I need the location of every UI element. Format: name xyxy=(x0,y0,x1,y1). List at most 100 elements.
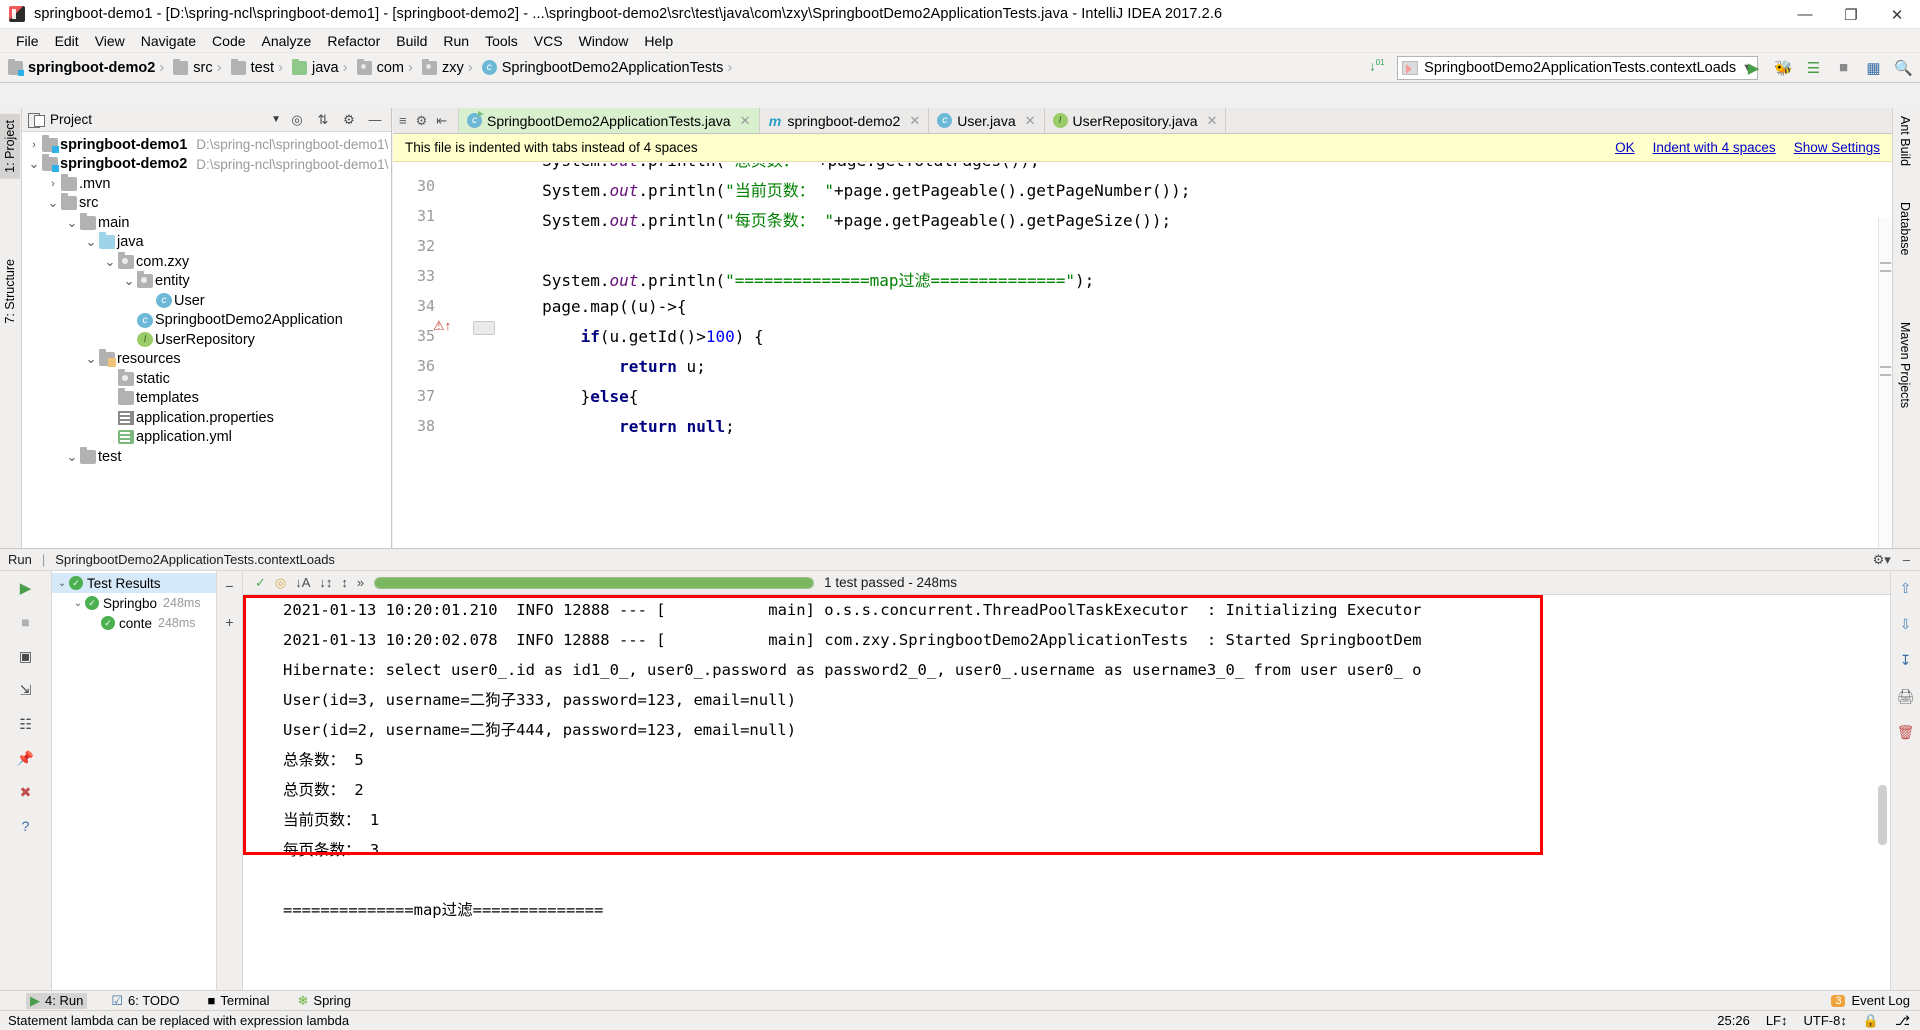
sort-by-duration-icon[interactable]: ↓↕ xyxy=(319,575,332,590)
sidebar-item-ant-build[interactable]: Ant Build xyxy=(1893,108,1917,174)
locate-icon[interactable]: ◎ xyxy=(289,112,305,128)
gear-icon[interactable]: ⚙ xyxy=(416,113,428,129)
notification-settings-link[interactable]: Show Settings xyxy=(1794,140,1880,155)
project-tree-row[interactable]: IUserRepository xyxy=(22,330,391,350)
stop-icon[interactable]: ■ xyxy=(15,611,37,633)
code-line[interactable]: System.out.println("总页数： "+page.getTotal… xyxy=(465,163,1040,171)
project-tree-row[interactable]: templates xyxy=(22,389,391,409)
trash-icon[interactable]: 🗑 xyxy=(1895,721,1917,743)
breadcrumb-item-module[interactable]: springboot-demo2 › xyxy=(8,59,173,76)
project-tree-row[interactable]: application.properties xyxy=(22,408,391,428)
project-tree-row[interactable]: ⌄java xyxy=(22,233,391,253)
code-line[interactable]: if(u.getId()>100) { xyxy=(465,327,764,346)
breadcrumb-item-java[interactable]: java › xyxy=(292,59,357,76)
chevron-right-icon[interactable]: › xyxy=(26,139,42,151)
notification-indent-link[interactable]: Indent with 4 spaces xyxy=(1653,140,1776,155)
chevron-down-icon[interactable]: ⌄ xyxy=(55,578,69,589)
run-icon[interactable]: ▶ xyxy=(1743,57,1764,78)
tab-userrepository-java[interactable]: I UserRepository.java ✕ xyxy=(1045,108,1227,133)
project-tree-row[interactable]: ⌄entity xyxy=(22,272,391,292)
project-tree-row[interactable]: cUser xyxy=(22,291,391,311)
bottom-tab-todo[interactable]: ☑ 6: TODO xyxy=(107,993,183,1009)
filter-icon[interactable]: ☷ xyxy=(15,713,37,735)
bottom-tab-spring[interactable]: ❄ Spring xyxy=(294,993,355,1009)
collapse-all-icon[interactable]: ≡ xyxy=(399,113,407,128)
run-with-coverage-icon[interactable]: ☰ xyxy=(1803,57,1824,78)
chevron-down-icon[interactable]: ⌄ xyxy=(83,234,99,250)
menu-navigate[interactable]: Navigate xyxy=(133,32,204,50)
menu-analyze[interactable]: Analyze xyxy=(254,32,320,50)
rerun-icon[interactable]: ▶ xyxy=(15,577,37,599)
menu-tools[interactable]: Tools xyxy=(477,32,526,50)
exit-icon[interactable]: ⇲ xyxy=(15,679,37,701)
menu-window[interactable]: Window xyxy=(571,32,637,50)
menu-code[interactable]: Code xyxy=(204,32,253,50)
sidebar-item-maven-projects[interactable]: Maven Projects xyxy=(1893,314,1917,416)
code-line[interactable]: return null; xyxy=(465,417,735,436)
help-icon[interactable]: ? xyxy=(15,815,37,837)
minimize-button[interactable]: — xyxy=(1782,0,1828,29)
collapse-icon[interactable]: − xyxy=(219,575,241,597)
print-icon[interactable]: 🖨 xyxy=(1895,685,1917,707)
expand-icon[interactable]: + xyxy=(219,611,241,633)
project-tree-row[interactable]: ⌄springboot-demo2D:\spring-ncl\springboo… xyxy=(22,155,391,175)
settings-icon[interactable]: ▦ xyxy=(1863,57,1884,78)
run-configuration-selector[interactable]: SpringbootDemo2ApplicationTests.contextL… xyxy=(1397,56,1758,80)
gear-icon[interactable]: ⚙▾ xyxy=(1873,552,1891,568)
close-icon[interactable]: ✖ xyxy=(15,781,37,803)
event-log-button[interactable]: 3 Event Log xyxy=(1831,993,1910,1008)
code-line[interactable]: return u; xyxy=(465,357,706,376)
pin-icon[interactable]: 📌 xyxy=(15,747,37,769)
show-passed-icon[interactable]: ✓ xyxy=(255,575,266,591)
breadcrumb-item-com[interactable]: com › xyxy=(357,59,422,76)
tab-springbootdemo2applicationtests[interactable]: c SpringbootDemo2ApplicationTests.java ✕ xyxy=(459,108,760,133)
close-icon[interactable]: ✕ xyxy=(1025,113,1036,129)
show-ignored-icon[interactable]: ◎ xyxy=(275,575,286,591)
maximize-button[interactable]: ❐ xyxy=(1828,0,1874,29)
console-output[interactable]: ✓ ◎ ↓A ↓↕ ↕ » 1 test passed - 248ms 2021… xyxy=(243,571,1890,990)
scroll-to-end-icon[interactable]: ↧ xyxy=(1895,649,1917,671)
sidebar-item-structure[interactable]: 7: Structure xyxy=(0,253,20,330)
lock-icon[interactable]: 🔒 xyxy=(1863,1013,1879,1029)
menu-help[interactable]: Help xyxy=(636,32,681,50)
close-icon[interactable]: ✕ xyxy=(740,113,751,129)
chevron-down-icon[interactable]: ⌄ xyxy=(64,215,80,231)
code-line[interactable]: System.out.println("每页条数： "+page.getPage… xyxy=(465,207,1171,231)
test-results-tree[interactable]: ⌄✓Test Results⌄✓Springbo248ms✓conte248ms xyxy=(52,571,217,990)
test-tree-row[interactable]: ⌄✓Test Results xyxy=(52,573,216,593)
project-tree-row[interactable]: ⌄test xyxy=(22,447,391,467)
debug-icon[interactable]: 🐝 xyxy=(1773,57,1794,78)
test-tree-row[interactable]: ⌄✓Springbo248ms xyxy=(52,593,216,613)
chevron-down-icon[interactable]: ▼ xyxy=(271,114,281,125)
menu-run[interactable]: Run xyxy=(435,32,477,50)
menu-edit[interactable]: Edit xyxy=(47,32,87,50)
hide-icon[interactable]: ― xyxy=(367,112,383,128)
sort-numeric-icon[interactable]: ↓01 xyxy=(1369,58,1389,78)
close-button[interactable]: ✕ xyxy=(1874,0,1920,29)
menu-view[interactable]: View xyxy=(87,32,133,50)
chevron-down-icon[interactable]: ⌄ xyxy=(26,156,42,172)
menu-refactor[interactable]: Refactor xyxy=(319,32,388,50)
dump-threads-icon[interactable]: ▣ xyxy=(15,645,37,667)
project-tree-row[interactable]: ⌄com.zxy xyxy=(22,252,391,272)
code-line[interactable]: }else{ xyxy=(465,387,638,406)
scroll-up-icon[interactable]: ⇧ xyxy=(1895,577,1917,599)
chevron-down-icon[interactable]: ⌄ xyxy=(83,351,99,367)
project-tree-row[interactable]: application.yml xyxy=(22,428,391,448)
code-line[interactable]: System.out.println("当前页数： "+page.getPage… xyxy=(465,177,1190,201)
search-everywhere-icon[interactable]: 🔍 xyxy=(1893,57,1914,78)
code-line[interactable]: System.out.println("==============map过滤=… xyxy=(465,267,1094,291)
menu-build[interactable]: Build xyxy=(388,32,435,50)
project-tree-row[interactable]: cSpringbootDemo2Application xyxy=(22,311,391,331)
tab-springboot-demo2-pom[interactable]: m springboot-demo2 ✕ xyxy=(760,108,930,133)
close-icon[interactable]: ✕ xyxy=(909,113,920,129)
caret-position[interactable]: 25:26 xyxy=(1717,1013,1750,1028)
tab-user-java[interactable]: c User.java ✕ xyxy=(929,108,1044,133)
lambda-fold-marker[interactable] xyxy=(473,321,495,335)
more-icon[interactable]: » xyxy=(357,575,364,590)
file-encoding[interactable]: UTF-8↕ xyxy=(1803,1013,1846,1028)
project-tree-row[interactable]: ⌄src xyxy=(22,194,391,214)
code-line[interactable]: page.map((u)->{ xyxy=(465,297,687,316)
project-tree-row[interactable]: ›.mvn xyxy=(22,174,391,194)
breadcrumb-item-class[interactable]: c SpringbootDemo2ApplicationTests › xyxy=(482,59,742,76)
